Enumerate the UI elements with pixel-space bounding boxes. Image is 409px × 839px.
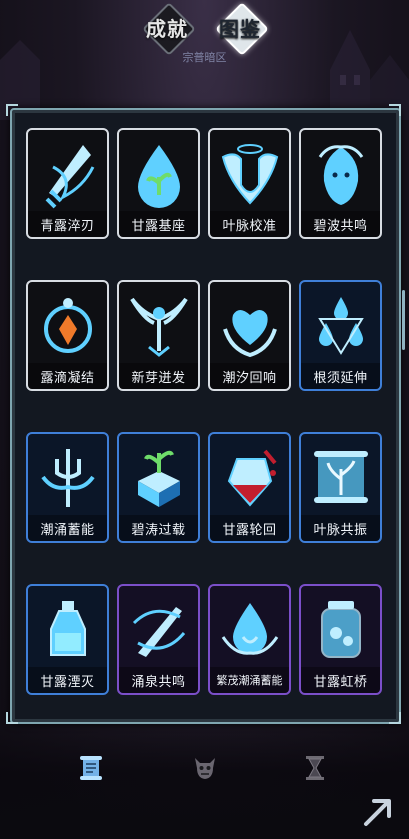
codex-card[interactable]: 叶脉共振 bbox=[299, 432, 382, 543]
codex-card[interactable]: 露滴凝结 bbox=[26, 280, 109, 391]
codex-card[interactable]: 新芽迸发 bbox=[117, 280, 200, 391]
card-name: 新芽迸发 bbox=[119, 363, 198, 389]
codex-card[interactable]: 叶脉校准 bbox=[208, 128, 291, 239]
card-name: 甘露虹桥 bbox=[301, 667, 380, 693]
blood-potion-icon bbox=[227, 449, 277, 507]
card-name: 甘露轮回 bbox=[210, 515, 289, 541]
water-spirit-icon bbox=[318, 145, 363, 205]
card-art bbox=[214, 286, 285, 364]
card-name: 繁茂潮涌蓄能 bbox=[210, 667, 289, 693]
card-name: 甘露基座 bbox=[119, 211, 198, 237]
trident-emblem-icon bbox=[40, 449, 95, 507]
triple-drop-icon bbox=[317, 297, 364, 355]
scroll-tree-icon bbox=[313, 451, 368, 503]
card-art bbox=[123, 286, 194, 364]
card-art bbox=[305, 438, 376, 516]
card-art bbox=[305, 286, 376, 364]
potion-bottle-icon bbox=[49, 601, 86, 656]
expand-arrow-icon[interactable] bbox=[358, 792, 398, 832]
sprout-drop-icon bbox=[137, 145, 180, 208]
card-name: 碧波共鸣 bbox=[301, 211, 380, 237]
codex-card[interactable]: 涌泉共鸣 bbox=[117, 584, 200, 695]
phoenix-icon bbox=[129, 297, 188, 357]
tab-achievements[interactable]: 成就 bbox=[135, 2, 199, 56]
card-art bbox=[305, 590, 376, 668]
codex-card[interactable]: 碧波共鸣 bbox=[299, 128, 382, 239]
card-name: 甘露湮灭 bbox=[28, 667, 107, 693]
card-name: 叶脉校准 bbox=[210, 211, 289, 237]
codex-card[interactable]: 繁茂潮涌蓄能 bbox=[208, 584, 291, 695]
card-art bbox=[32, 134, 103, 212]
card-art bbox=[214, 438, 285, 516]
card-name: 涌泉共鸣 bbox=[119, 667, 198, 693]
card-art bbox=[123, 438, 194, 516]
scrollbar[interactable] bbox=[402, 290, 405, 350]
card-name: 碧涛过载 bbox=[119, 515, 198, 541]
card-art bbox=[123, 590, 194, 668]
card-name: 潮汐回响 bbox=[210, 363, 289, 389]
sword-swirl-icon bbox=[132, 607, 185, 657]
tab-codex-label: 图鉴 bbox=[219, 16, 261, 41]
card-art bbox=[305, 134, 376, 212]
card-art bbox=[214, 134, 285, 212]
tab-achievements-label: 成就 bbox=[146, 16, 188, 41]
codex-card[interactable]: 碧涛过载 bbox=[117, 432, 200, 543]
bottom-nav bbox=[0, 745, 409, 795]
card-art bbox=[32, 286, 103, 364]
sprout-cube-icon bbox=[137, 450, 180, 507]
dagger-icon bbox=[45, 145, 94, 209]
hourglass-icon bbox=[306, 756, 324, 780]
demon-mask-icon bbox=[195, 758, 215, 779]
nav-enemies-button[interactable] bbox=[188, 751, 222, 785]
codex-card[interactable]: 甘露基座 bbox=[117, 128, 200, 239]
drop-emblem-icon bbox=[221, 603, 278, 655]
winged-shield-icon bbox=[221, 144, 278, 205]
card-art bbox=[214, 590, 285, 668]
panel-corner-bl bbox=[6, 712, 18, 724]
nav-history-button[interactable] bbox=[298, 751, 332, 785]
codex-card[interactable]: 潮汐回响 bbox=[208, 280, 291, 391]
card-name: 潮涌蓄能 bbox=[28, 515, 107, 541]
heart-hands-icon bbox=[222, 310, 277, 358]
codex-card[interactable]: 潮涌蓄能 bbox=[26, 432, 109, 543]
card-art bbox=[32, 590, 103, 668]
panel-corner-tl bbox=[6, 104, 18, 116]
codex-card[interactable]: 根须延伸 bbox=[299, 280, 382, 391]
card-name: 露滴凝结 bbox=[28, 363, 107, 389]
card-name: 根须延伸 bbox=[301, 363, 380, 389]
nav-codex-button[interactable] bbox=[74, 751, 108, 785]
jar-icon bbox=[320, 601, 361, 658]
crystal-amulet-icon bbox=[43, 298, 92, 353]
tab-codex[interactable]: 图鉴 bbox=[208, 2, 272, 56]
panel-corner-br bbox=[389, 712, 401, 724]
codex-card[interactable]: 甘露虹桥 bbox=[299, 584, 382, 695]
codex-card[interactable]: 甘露轮回 bbox=[208, 432, 291, 543]
card-art bbox=[32, 438, 103, 516]
codex-grid: 青露淬刃 甘露基座 叶脉校准 碧波共鸣露滴凝结 新芽迸发 潮汐回响 根须延伸潮涌蓄能 碧涛过载… bbox=[26, 128, 382, 722]
scroll-icon bbox=[80, 756, 102, 780]
card-name: 青露淬刃 bbox=[28, 211, 107, 237]
card-art bbox=[123, 134, 194, 212]
card-name: 叶脉共振 bbox=[301, 515, 380, 541]
codex-panel: 青露淬刃 甘露基座 叶脉校准 碧波共鸣露滴凝结 新芽迸发 潮汐回响 根须延伸潮涌蓄能 碧涛过载… bbox=[10, 108, 401, 724]
codex-card[interactable]: 甘露湮灭 bbox=[26, 584, 109, 695]
zone-subtitle: 宗普暗区 bbox=[182, 51, 227, 64]
codex-card[interactable]: 青露淬刃 bbox=[26, 128, 109, 239]
panel-corner-tr bbox=[389, 104, 401, 116]
